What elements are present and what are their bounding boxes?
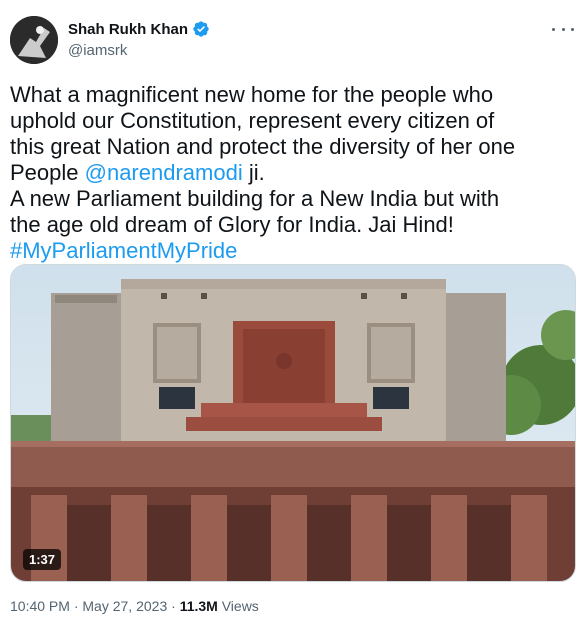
video-thumbnail	[11, 265, 575, 581]
tweet-line: uphold our Constitution, represent every…	[10, 108, 495, 133]
tweet-line: this great Nation and protect the divers…	[10, 134, 516, 159]
tweet-header: Shah Rukh Khan @iamsrk	[10, 16, 578, 66]
name-row: Shah Rukh Khan	[68, 20, 210, 38]
tweet-text: What a magnificent new home for the peop…	[10, 82, 578, 264]
video-player[interactable]: 1:37	[10, 264, 576, 582]
tweet-text-segment: People	[10, 160, 85, 185]
video-duration-badge: 1:37	[23, 549, 62, 570]
display-name[interactable]: Shah Rukh Khan	[68, 21, 188, 38]
tweet-line: What a magnificent new home for the peop…	[10, 82, 494, 107]
more-horizontal-icon[interactable]	[552, 22, 574, 36]
tweet-text-segment: ji.	[242, 160, 265, 185]
meta-separator: ·	[69, 598, 83, 614]
meta-separator: ·	[167, 598, 180, 614]
tweet-line: A new Parliament building for a New Indi…	[10, 186, 500, 211]
hashtag-link[interactable]: #MyParliamentMyPride	[10, 238, 578, 264]
views-count[interactable]: 11.3M	[180, 598, 218, 614]
avatar[interactable]	[10, 16, 58, 64]
views-label: Views	[217, 598, 259, 614]
tweet-time[interactable]: 10:40 PM	[10, 598, 70, 614]
tweet-line: People @narendramodi ji.	[10, 160, 578, 186]
tweet-line: the age old dream of Glory for India. Ja…	[10, 212, 454, 237]
verified-badge-icon	[193, 21, 209, 37]
user-avatar-icon	[10, 16, 58, 64]
tweet-meta: 10:40 PM · May 27, 2023 · 11.3M Views	[10, 598, 259, 614]
tweet-date[interactable]: May 27, 2023	[82, 598, 167, 614]
user-handle[interactable]: @iamsrk	[68, 42, 127, 59]
mention-link[interactable]: @narendramodi	[85, 160, 243, 185]
